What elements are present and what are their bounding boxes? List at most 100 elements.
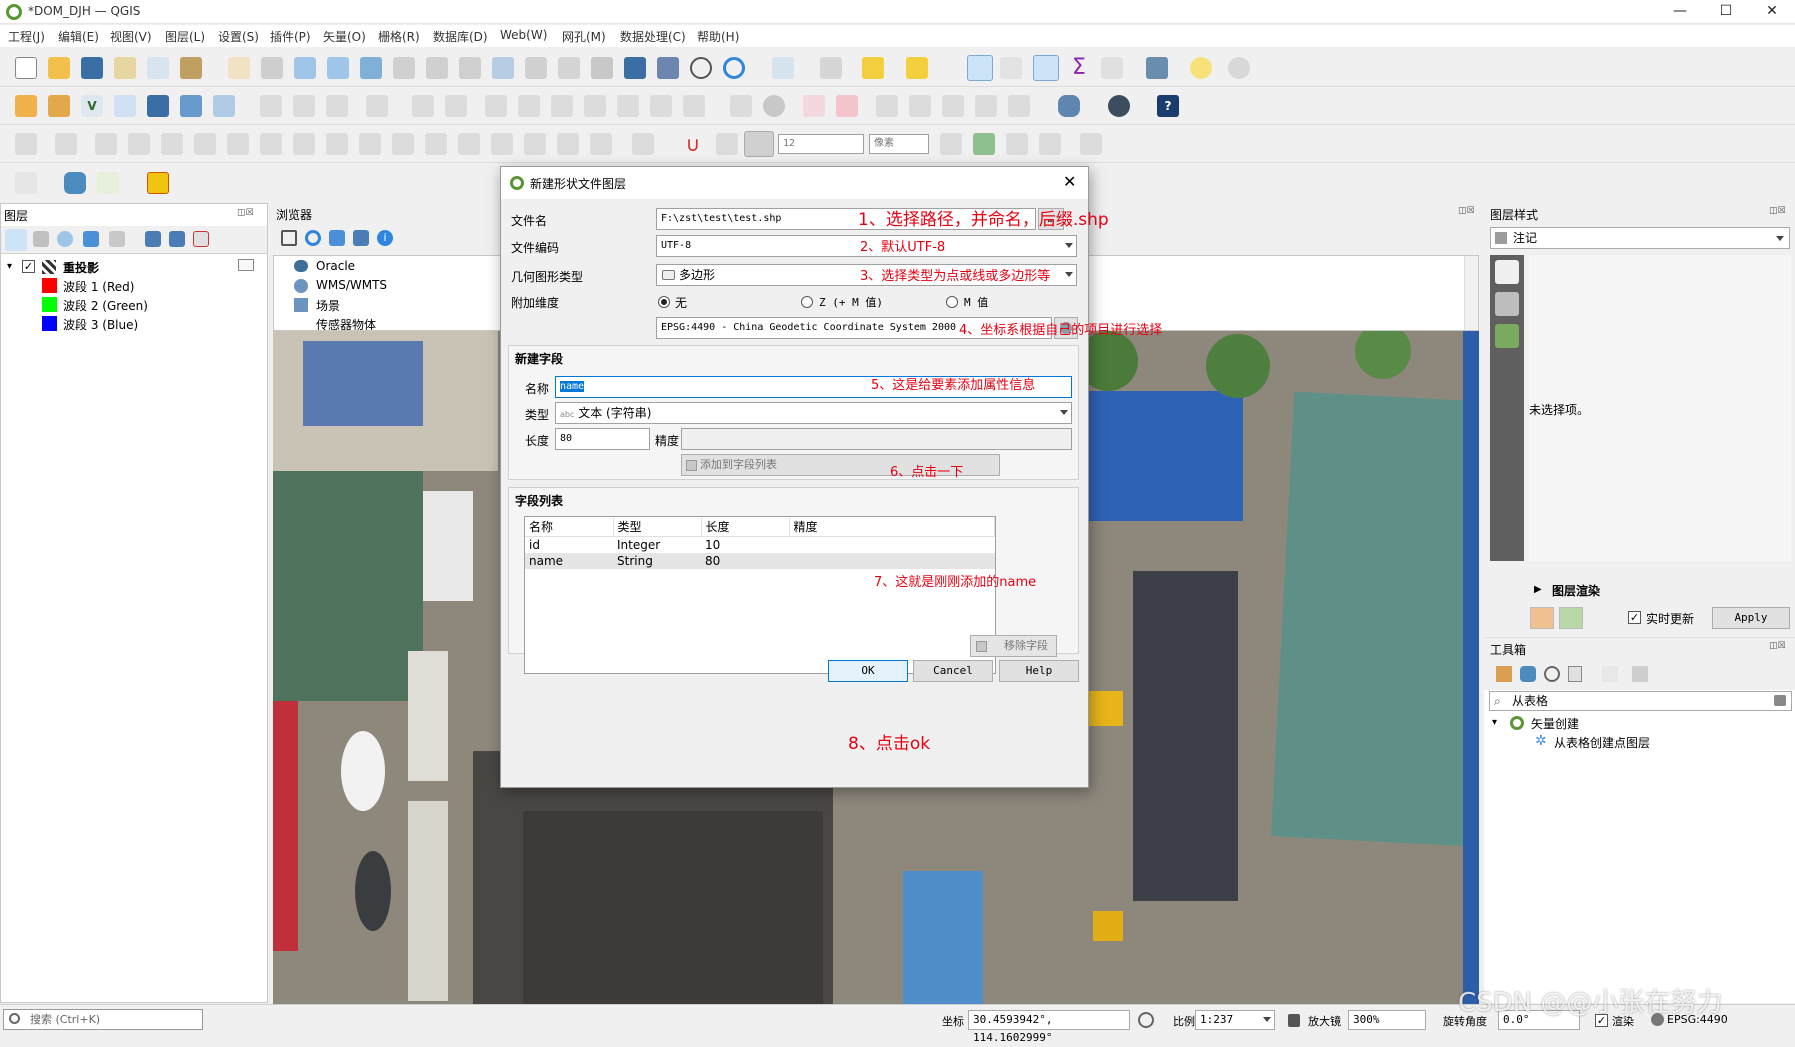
expand-group-chevron-icon[interactable]: ▾ [7, 261, 12, 272]
menu-raster[interactable]: 栅格(R) [378, 28, 420, 45]
toggle-extents-icon[interactable] [1138, 1012, 1154, 1028]
style-manager-icon[interactable] [180, 57, 202, 79]
layer-styling-icon[interactable] [5, 229, 27, 251]
minimize-button[interactable]: — [1657, 0, 1703, 24]
browser-scrollbar[interactable] [1464, 256, 1478, 330]
dimension-m-radio[interactable] [946, 296, 958, 308]
brush-tab-icon[interactable] [1495, 260, 1519, 284]
coordinate-field[interactable]: 30.4593942°, 114.1602999° [968, 1010, 1130, 1044]
identify-icon[interactable] [967, 55, 993, 81]
menu-help[interactable]: 帮助(H) [697, 28, 739, 45]
merge-attributes-icon[interactable] [557, 133, 579, 155]
scale-dropdown-icon[interactable] [1263, 1017, 1271, 1022]
labels-tab-icon[interactable] [1495, 292, 1519, 316]
menu-database[interactable]: 数据库(D) [433, 28, 488, 45]
digitize-icon[interactable] [366, 95, 388, 117]
offset-symbols-icon[interactable] [632, 133, 654, 155]
map-tips-icon[interactable] [1146, 57, 1168, 79]
snapping-mode-icon[interactable] [744, 131, 774, 157]
plugin-builder-icon[interactable] [97, 172, 119, 194]
browser-item-scene[interactable]: 场景 [316, 297, 340, 314]
paste-icon[interactable] [617, 95, 639, 117]
label-show-hide-icon[interactable] [876, 95, 898, 117]
history-tab-icon[interactable] [1495, 324, 1519, 348]
python-icon[interactable] [64, 172, 86, 194]
maximize-button[interactable]: ☐ [1703, 0, 1749, 24]
open-project-icon[interactable] [48, 57, 70, 79]
history-icon[interactable] [1544, 666, 1560, 682]
annotation-icon[interactable] [1190, 57, 1212, 79]
dialog-close-icon[interactable]: ✕ [1063, 172, 1076, 191]
add-part-icon[interactable] [194, 133, 216, 155]
browser-collapse-icon[interactable] [353, 230, 369, 246]
modify-attributes-icon[interactable] [485, 95, 507, 117]
toolbox-expand-chevron-icon[interactable]: ▾ [1492, 717, 1497, 728]
cut-icon[interactable] [551, 95, 573, 117]
ok-button[interactable]: OK [828, 660, 908, 682]
filter-expression-icon[interactable] [109, 231, 125, 247]
label-change-icon[interactable] [975, 95, 997, 117]
new-3d-view-icon[interactable] [591, 57, 613, 79]
new-mesh-layer-icon[interactable] [213, 95, 235, 117]
zoom-native-icon[interactable] [459, 57, 481, 79]
label-tool-icon[interactable] [730, 95, 752, 117]
locator-icon[interactable] [1228, 57, 1250, 79]
show-bookmarks-icon[interactable] [657, 57, 679, 79]
merge-features-icon[interactable] [524, 133, 546, 155]
add-selected-layers-icon[interactable] [281, 230, 297, 246]
redo-style-icon[interactable] [1559, 607, 1583, 629]
current-edits-icon[interactable] [260, 95, 282, 117]
label-style-icon[interactable] [1008, 95, 1030, 117]
toolbox-search-input[interactable]: 从表格 [1489, 691, 1792, 711]
new-map-view-icon[interactable] [558, 57, 580, 79]
field-precision-input[interactable] [681, 428, 1072, 450]
toolbox-float-close-icon[interactable]: ◫☒ [1769, 641, 1786, 651]
results-viewer-icon[interactable] [1568, 666, 1582, 682]
label-highlight-icon[interactable] [803, 95, 825, 117]
layer-indicator-icon[interactable] [238, 259, 254, 271]
snapping-unit-select[interactable]: 像素 [869, 134, 929, 154]
label-move-icon[interactable] [909, 95, 931, 117]
refresh-icon[interactable] [723, 57, 745, 79]
new-shapefile-icon[interactable]: V [81, 95, 103, 117]
reshape-icon[interactable] [326, 133, 348, 155]
snapping-type-icon[interactable] [716, 133, 738, 155]
menu-processing[interactable]: 数据处理(C) [620, 28, 686, 45]
snapping-intersection-icon[interactable] [973, 133, 995, 155]
manage-themes-icon[interactable] [57, 231, 73, 247]
data-source-manager-icon[interactable] [15, 95, 37, 117]
snapping-tolerance-input[interactable]: 12 [778, 134, 864, 154]
pan-to-selection-icon[interactable] [261, 57, 283, 79]
undo-style-icon[interactable] [1530, 607, 1554, 629]
dimension-z-radio[interactable] [801, 296, 813, 308]
new-geopackage-icon[interactable] [48, 95, 70, 117]
snapping-magnet-icon[interactable]: ∪ [682, 133, 704, 155]
temporal-controller-icon[interactable] [690, 57, 712, 79]
browser-item-oracle[interactable]: Oracle [316, 259, 355, 273]
browser-item-sensor[interactable]: 传感器物体 [316, 316, 376, 330]
toolbox-options-icon[interactable] [1632, 666, 1648, 682]
trim-extend-icon[interactable] [425, 133, 447, 155]
zoom-out-icon[interactable] [327, 57, 349, 79]
new-project-icon[interactable] [15, 57, 37, 79]
field-type-select[interactable]: abc 文本 (字符串) [555, 402, 1072, 424]
python-console-globe-icon[interactable] [1108, 95, 1130, 117]
db-manager-icon[interactable] [1058, 95, 1080, 117]
new-print-layout-icon[interactable] [114, 57, 136, 79]
split-parts-icon[interactable] [491, 133, 513, 155]
dimension-none-radio[interactable] [658, 296, 670, 308]
field-type-chevron-icon[interactable] [1060, 410, 1068, 415]
rotate-feature-icon[interactable] [95, 133, 117, 155]
offset-curve-icon[interactable] [359, 133, 381, 155]
styling-layer-select[interactable]: 注记 [1490, 227, 1790, 249]
column-header-type[interactable]: 类型 [613, 517, 702, 537]
layer-name[interactable]: 重投影 [63, 259, 99, 276]
column-header-precision[interactable]: 精度 [789, 517, 995, 537]
simplify-icon[interactable] [128, 133, 150, 155]
apply-style-button[interactable]: Apply [1712, 607, 1790, 629]
delete-selected-icon[interactable] [518, 95, 540, 117]
help-button[interactable]: Help [999, 660, 1079, 682]
save-project-icon[interactable] [81, 57, 103, 79]
plugin-reloader-icon[interactable] [147, 172, 169, 194]
field-length-input[interactable]: 80 [555, 428, 650, 450]
